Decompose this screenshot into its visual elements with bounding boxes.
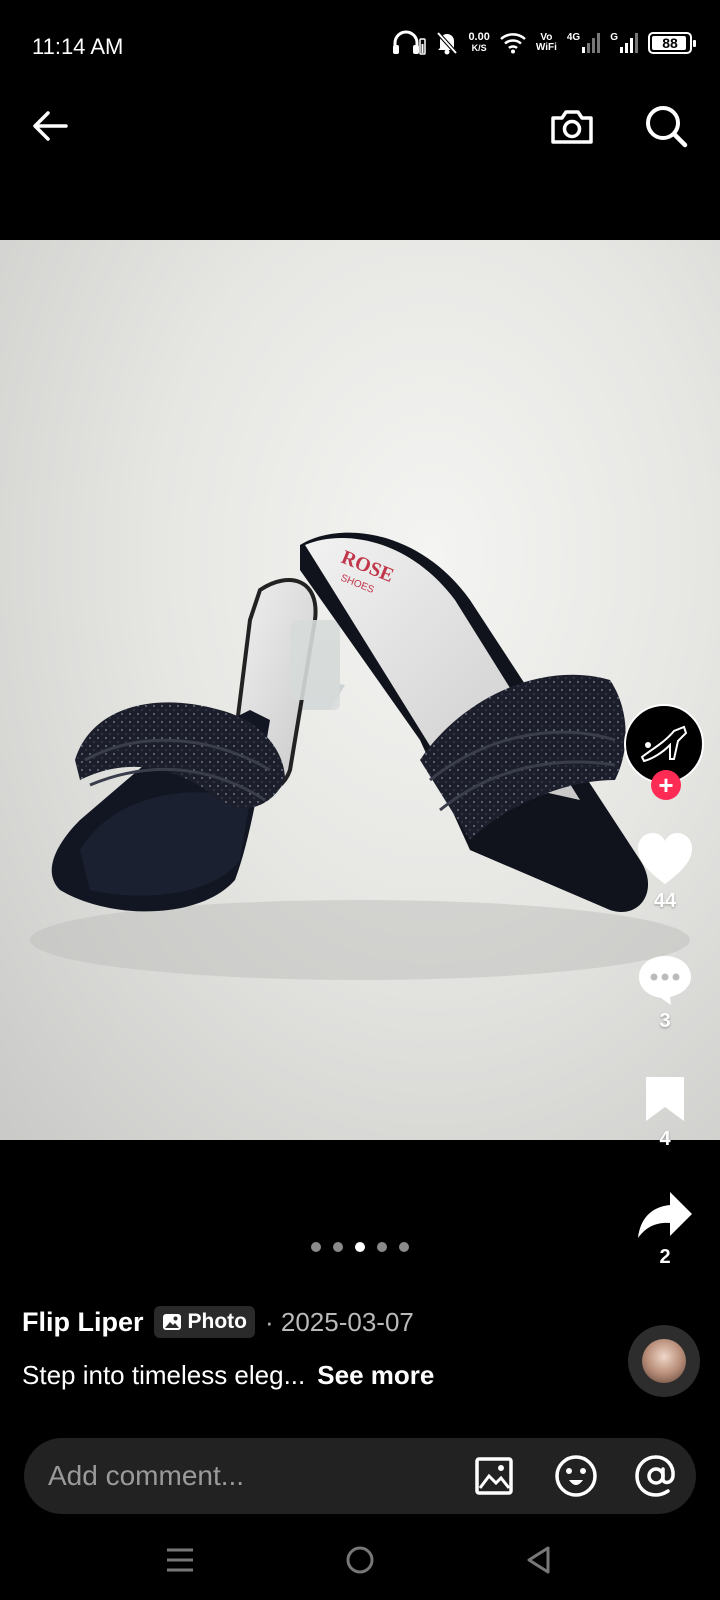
creator-avatar-group: + <box>624 704 706 808</box>
top-nav <box>0 92 720 158</box>
camera-button[interactable] <box>544 98 600 154</box>
signal-bars-icon <box>620 33 638 53</box>
heart-icon <box>638 833 692 884</box>
carousel-dot[interactable] <box>399 1242 409 1252</box>
music-disc-avatar <box>642 1339 686 1383</box>
back-arrow-icon <box>33 111 68 141</box>
sim1-label: 4G <box>566 32 581 43</box>
camera-icon <box>551 110 593 144</box>
volte-indicator: Vo WiFi <box>536 33 557 53</box>
sim2-signal: G <box>610 33 638 53</box>
post-date: · 2025-03-07 <box>264 1306 414 1337</box>
like-button[interactable]: 44 <box>610 832 720 913</box>
status-time: 11:14 AM <box>32 34 124 59</box>
status-icons: 0.00 K/S Vo WiFi 4G G 88 <box>392 30 696 56</box>
save-button[interactable]: 4 <box>610 1074 720 1151</box>
carousel-indicator <box>0 1242 720 1252</box>
home-button[interactable] <box>340 1540 380 1580</box>
comment-icon <box>639 956 691 1005</box>
author-name[interactable]: Flip Liper <box>22 1307 144 1338</box>
emoji-icon <box>555 1455 597 1497</box>
follow-button[interactable]: + <box>651 770 681 800</box>
carousel-dot[interactable] <box>311 1242 321 1252</box>
at-sign-icon <box>635 1455 675 1497</box>
signal-bars-icon <box>582 33 601 53</box>
home-circle-icon <box>346 1546 374 1574</box>
search-icon <box>646 106 688 148</box>
comment-input[interactable] <box>48 1458 448 1494</box>
mention-button[interactable] <box>632 1452 680 1500</box>
net-speed-value: 0.00 <box>468 31 490 43</box>
volte-bottom: WiFi <box>535 42 557 53</box>
photo-badge-label: Photo <box>187 1310 247 1333</box>
image-icon <box>475 1457 513 1495</box>
headphones-icon <box>393 30 427 55</box>
image-picker-button[interactable] <box>470 1452 518 1500</box>
system-nav-bar <box>0 1520 720 1600</box>
save-count: 4 <box>659 1128 671 1150</box>
net-speed: 0.00 K/S <box>468 32 489 54</box>
search-button[interactable] <box>638 98 694 154</box>
see-more-link[interactable]: See more <box>317 1360 434 1391</box>
photo-icon <box>162 1314 181 1330</box>
sim2-label: G <box>610 32 618 43</box>
back-nav-button[interactable] <box>518 1540 558 1580</box>
post-caption[interactable]: Step into timeless eleg... See more <box>22 1360 434 1391</box>
caption-text: Step into timeless eleg... <box>22 1360 306 1390</box>
battery-level: 88 <box>662 35 678 51</box>
carousel-dot-active[interactable] <box>355 1242 365 1252</box>
emoji-button[interactable] <box>552 1452 600 1500</box>
comment-count: 3 <box>659 1010 671 1032</box>
carousel-dot[interactable] <box>333 1242 343 1252</box>
comment-button[interactable]: 3 <box>610 954 720 1033</box>
menu-lines-icon <box>167 1548 193 1572</box>
recents-button[interactable] <box>160 1540 200 1580</box>
back-triangle-icon <box>527 1546 550 1574</box>
post-meta: Flip Liper Photo · 2025-03-07 <box>22 1306 414 1338</box>
status-bar: 11:14 AM 0.00 K/S Vo WiFi 4G G 88 <box>0 0 720 92</box>
heel-logo-icon <box>640 725 688 763</box>
like-count: 44 <box>653 890 677 912</box>
battery-icon: 88 <box>648 32 696 54</box>
wifi-icon <box>500 33 526 54</box>
bookmark-icon <box>646 1077 684 1121</box>
share-arrow-icon <box>638 1192 692 1238</box>
comment-bar <box>24 1438 696 1514</box>
mute-bell-icon <box>436 31 458 55</box>
music-disc[interactable] <box>628 1325 700 1397</box>
net-speed-unit: K/S <box>471 43 487 53</box>
photo-badge: Photo <box>153 1306 255 1338</box>
carousel-dot[interactable] <box>377 1242 387 1252</box>
share-button[interactable]: 2 <box>610 1190 720 1269</box>
sim1-signal: 4G <box>566 32 601 53</box>
back-button[interactable] <box>22 98 78 154</box>
